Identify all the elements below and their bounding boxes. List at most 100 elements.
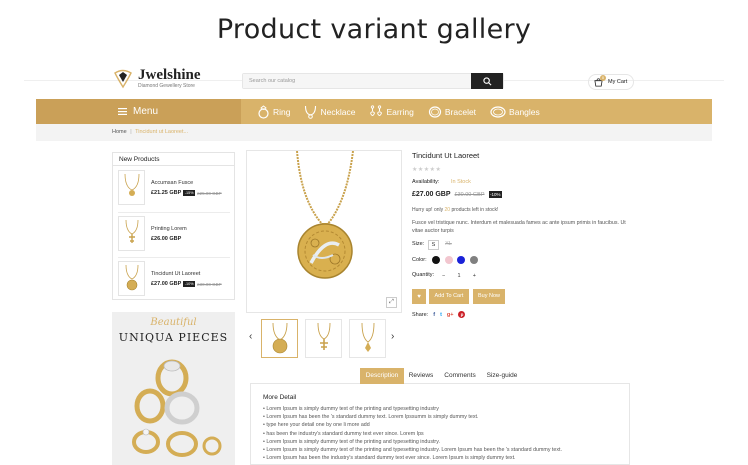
facebook-icon[interactable]: f <box>433 312 435 318</box>
share-row: Share: f t g+ p <box>412 311 466 318</box>
add-to-cart-button[interactable]: Add To Cart <box>429 289 469 304</box>
detail-text: Lorem Ipsum is simply dummy text of the … <box>266 438 440 445</box>
product-price: £21.25 GBP <box>151 190 182 196</box>
detail-text: Lorem Ipsum has been the industry's stan… <box>266 455 516 462</box>
twitter-icon[interactable]: t <box>440 312 442 318</box>
detail-text: Lorem Ipsum is simply dummy text of the … <box>266 447 562 454</box>
nav-item-bangles[interactable]: Bangles <box>490 105 540 119</box>
nav-item-necklace[interactable]: Necklace <box>304 105 355 119</box>
size-label: Size: <box>412 241 425 247</box>
stock-notice: Hurry up! only 20 products left in stock… <box>412 207 498 213</box>
menu-button[interactable]: Menu <box>36 99 241 124</box>
gallery-thumbnail[interactable] <box>349 319 386 358</box>
heart-icon: ♥ <box>417 294 421 300</box>
product-price: £27.00 GBP <box>151 281 182 287</box>
product-name[interactable]: Tincidunt Ut Laoreet <box>151 271 222 277</box>
quantity-label: Quantity: <box>412 272 435 278</box>
logo[interactable]: Jwelshine Diamond Gewellery Store <box>112 68 201 90</box>
detail-text: type here your detail one by one li more… <box>266 422 370 429</box>
new-products-panel: New Products Accumsan Fusce £21.25 GBP -… <box>112 152 235 300</box>
cart-icon: 0 <box>594 74 606 87</box>
search-input[interactable]: Search our catalog <box>243 74 471 88</box>
bracelet-icon <box>428 105 441 118</box>
share-label: Share: <box>412 311 429 318</box>
color-swatch-blue[interactable] <box>457 256 465 264</box>
color-label: Color: <box>412 257 427 263</box>
qty-decrease-button[interactable]: − <box>442 273 445 279</box>
stock-notice-suffix: products left in stock! <box>451 207 499 213</box>
product-thumbnail[interactable] <box>118 170 145 205</box>
availability-label: Availability: <box>412 179 440 185</box>
cart-button[interactable]: 0 My Cart <box>588 74 634 90</box>
qty-increase-button[interactable]: + <box>473 273 476 279</box>
new-product-item[interactable]: Printing Lorem £26.00 GBP <box>118 216 230 254</box>
page-banner-title: Product variant gallery <box>216 14 532 45</box>
product-name[interactable]: Accumsan Fusce <box>151 180 222 186</box>
breadcrumb-home[interactable]: Home <box>112 129 127 135</box>
nav-item-label: Earring <box>386 106 414 117</box>
earring-icon <box>370 104 383 116</box>
logo-tagline: Diamond Gewellery Store <box>138 83 195 89</box>
product-price: £26.00 GBP <box>151 236 182 242</box>
detail-list-item: • Lorem Ipsum is simply dummy text of th… <box>263 447 562 454</box>
nav-item-label: Bangles <box>509 106 540 117</box>
zoom-button[interactable]: ⤢ <box>386 297 397 308</box>
hamburger-icon <box>118 108 127 115</box>
detail-text: Lorem Ipsum has been the 's standard dum… <box>266 414 479 421</box>
discount-badge: -10% <box>488 191 503 198</box>
product-thumbnail[interactable] <box>118 261 145 296</box>
product-thumbnail[interactable] <box>118 216 145 251</box>
search-button[interactable] <box>471 73 503 89</box>
rings-image <box>132 359 222 457</box>
detail-list-item: • type here your detail one by one li mo… <box>263 422 370 429</box>
size-option-xl[interactable]: XL <box>443 240 454 250</box>
tab-reviews[interactable]: Reviews <box>405 368 437 384</box>
new-product-item[interactable]: Tincidunt Ut Laoreet £27.00 GBP -10% £30… <box>118 261 230 299</box>
gallery-prev-button[interactable]: ‹ <box>249 331 252 342</box>
ring-icon <box>258 104 269 119</box>
pinterest-icon[interactable]: p <box>458 311 466 318</box>
quantity-stepper: − 1 + <box>439 270 479 281</box>
detail-list-item: • has been the industry's standard dummy… <box>263 430 424 437</box>
gallery-next-button[interactable]: › <box>391 331 394 342</box>
tab-content-description: More Detail • Lorem Ipsum is simply dumm… <box>250 384 630 465</box>
main-product-image[interactable]: ⤢ <box>246 150 402 313</box>
tab-description[interactable]: Description <box>360 368 404 384</box>
nav-item-bracelet[interactable]: Bracelet <box>428 105 476 119</box>
old-price: £25.00 GBP <box>197 190 222 196</box>
google-plus-icon[interactable]: g+ <box>447 312 454 318</box>
color-swatch-pink[interactable] <box>445 256 453 264</box>
product-name[interactable]: Printing Lorem <box>151 226 187 232</box>
tab-size-guide[interactable]: Size-guide <box>483 368 521 384</box>
breadcrumb: Home | Tincidunt ut Laoreet... <box>36 124 712 141</box>
discount-badge: -10% <box>183 281 196 287</box>
detail-list-item: • Lorem Ipsum is simply dummy text of th… <box>263 406 439 412</box>
product-price: £27.00 GBP <box>412 191 451 198</box>
availability-value: In Stock <box>450 179 471 185</box>
nav-item-earring[interactable]: Earring <box>369 104 414 119</box>
bangles-icon <box>490 105 506 118</box>
gallery-thumbnail[interactable] <box>305 319 342 358</box>
color-swatch-grey[interactable] <box>470 256 478 264</box>
wishlist-button[interactable]: ♥ <box>412 289 426 304</box>
breadcrumb-separator: | <box>130 129 132 135</box>
nav-item-ring[interactable]: Ring <box>257 104 290 119</box>
qty-input[interactable]: 1 <box>457 273 460 279</box>
new-product-item[interactable]: Accumsan Fusce £21.25 GBP -15% £25.00 GB… <box>118 170 230 208</box>
stock-notice-prefix: Hurry up! only <box>412 207 444 213</box>
gallery-thumbnail[interactable] <box>261 319 298 358</box>
nav-item-label: Necklace <box>320 106 356 117</box>
detail-list-item: • Lorem Ipsum has been the 's standard d… <box>263 414 479 421</box>
buy-now-button[interactable]: Buy Now <box>473 289 505 304</box>
color-swatch-black[interactable] <box>432 256 440 264</box>
availability: Availability: In Stock <box>412 179 471 185</box>
tab-comments[interactable]: Comments <box>439 368 481 384</box>
detail-text: has been the industry's standard dummy t… <box>266 430 424 437</box>
old-price: £30.00 GBP <box>454 191 485 198</box>
menu-label: Menu <box>133 106 159 117</box>
promo-banner[interactable]: Beautiful UNIQUA PIECES <box>112 312 235 465</box>
main-nav: Menu Ring Necklace Earring Bracelet Bang… <box>36 99 712 124</box>
divider <box>118 257 230 258</box>
size-option-s[interactable]: S <box>428 240 439 250</box>
search-icon <box>482 76 491 85</box>
